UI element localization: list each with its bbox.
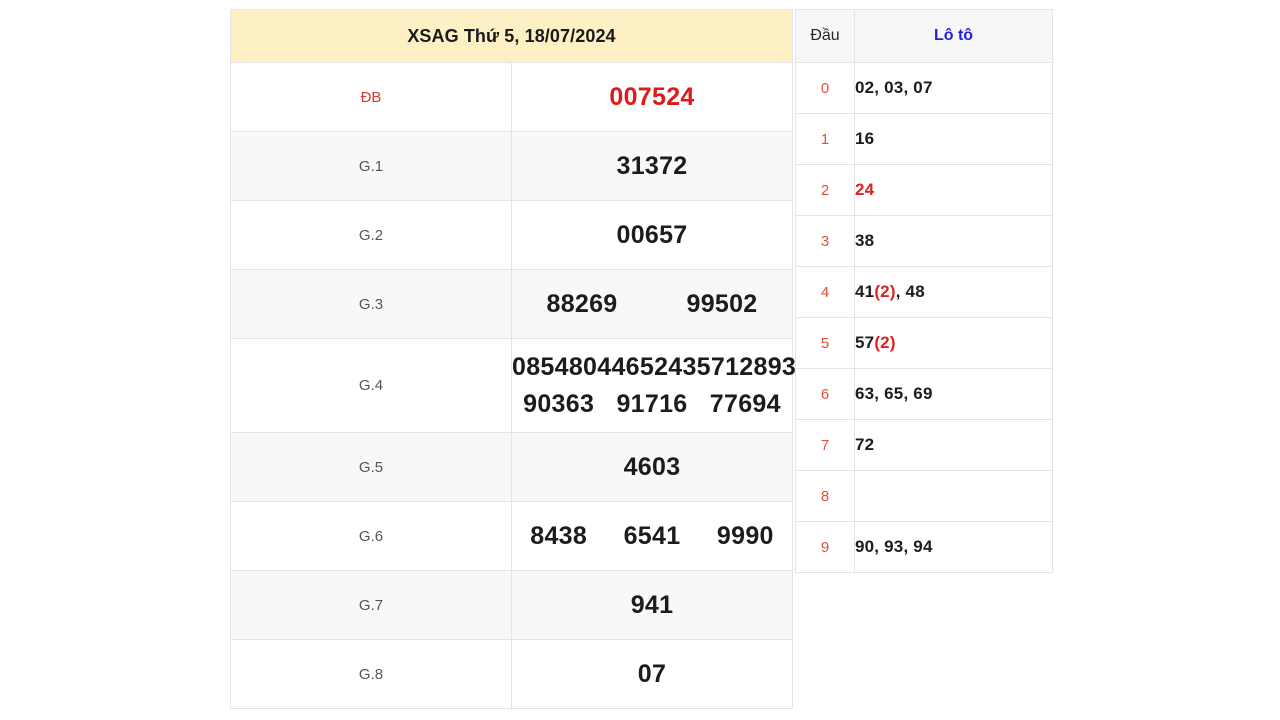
table-row-g2: G.2 00657 [230, 200, 793, 270]
lottery-result-page: XSAG Thứ 5, 18/07/2024 ĐB 007524 G.1 313… [0, 0, 1280, 720]
loto-numbers: 38 [854, 215, 1053, 267]
table-row-g6: G.6 8438 6541 9990 [230, 501, 793, 571]
prize-number: 8438 [530, 521, 588, 550]
prize-number: 08548 [512, 352, 584, 381]
loto-row: 3 38 [795, 215, 1053, 267]
table-row-g4: G.4 08548 04465 24357 12893 90363 91716 … [230, 338, 797, 433]
loto-numbers: 63, 65, 69 [854, 368, 1053, 420]
prize-values-db: 007524 [511, 62, 793, 132]
loto-numbers: 90, 93, 94 [854, 521, 1053, 573]
loto-dau-value: 4 [795, 266, 855, 318]
loto-numbers [854, 470, 1053, 522]
table-row-db: ĐB 007524 [230, 62, 793, 132]
loto-row: 4 41(2), 48 [795, 266, 1053, 318]
prize-values-g2: 00657 [511, 200, 793, 270]
prize-number: 941 [630, 590, 674, 619]
loto-header-loto: Lô tô [854, 9, 1053, 63]
loto-row: 6 63, 65, 69 [795, 368, 1053, 420]
loto-numbers: 41(2), 48 [854, 266, 1053, 318]
table-row-g8: G.8 07 [230, 639, 793, 709]
prize-number: 6541 [623, 521, 681, 550]
table-row-g3: G.3 88269 99502 [230, 269, 793, 339]
loto-number-highlight: 24 [855, 180, 875, 199]
loto-header-dau: Đầu [795, 9, 855, 63]
prize-label-g7: G.7 [230, 570, 512, 640]
loto-numbers: 72 [854, 419, 1053, 471]
prize-values-g3: 88269 99502 [511, 269, 793, 339]
prize-number: 77694 [709, 389, 781, 418]
page-title: XSAG Thứ 5, 18/07/2024 [230, 9, 793, 63]
loto-dau-value: 5 [795, 317, 855, 369]
loto-header-row: Đầu Lô tô [795, 9, 1053, 63]
prize-label-g4: G.4 [230, 338, 512, 433]
prize-values-g1: 31372 [511, 131, 793, 201]
loto-row: 0 02, 03, 07 [795, 62, 1053, 114]
loto-table: Đầu Lô tô 0 02, 03, 07 1 16 2 24 3 38 4 41(2), 48… [795, 9, 1053, 573]
prize-number: 99502 [686, 289, 758, 318]
loto-numbers: 16 [854, 113, 1053, 165]
prize-number: 00657 [616, 220, 688, 249]
prize-number: 31372 [616, 151, 688, 180]
loto-row: 7 72 [795, 419, 1053, 471]
loto-dau-value: 7 [795, 419, 855, 471]
loto-row: 2 24 [795, 164, 1053, 216]
loto-dau-value: 3 [795, 215, 855, 267]
table-row-g1: G.1 31372 [230, 131, 793, 201]
loto-dau-value: 6 [795, 368, 855, 420]
prize-label-g1: G.1 [230, 131, 512, 201]
loto-row: 1 16 [795, 113, 1053, 165]
loto-row: 5 57(2) [795, 317, 1053, 369]
table-row-g5: G.5 4603 [230, 432, 793, 502]
loto-dau-value: 8 [795, 470, 855, 522]
table-header-row: XSAG Thứ 5, 18/07/2024 [230, 9, 793, 63]
prize-label-g8: G.8 [230, 639, 512, 709]
prize-number: 07 [637, 659, 667, 688]
prize-number: 12893 [725, 352, 797, 381]
loto-body: 0 02, 03, 07 1 16 2 24 3 38 4 41(2), 48 5 57(2) 6 63,… [795, 62, 1053, 573]
prize-number: 24357 [654, 352, 726, 381]
loto-repeat-count: (2) [874, 333, 896, 352]
result-table: XSAG Thứ 5, 18/07/2024 ĐB 007524 G.1 313… [230, 9, 797, 709]
prize-number: 90363 [523, 389, 595, 418]
prize-values-g8: 07 [511, 639, 793, 709]
prize-number: 91716 [616, 389, 688, 418]
prize-label-g2: G.2 [230, 200, 512, 270]
loto-row: 9 90, 93, 94 [795, 521, 1053, 573]
loto-numbers: 24 [854, 164, 1053, 216]
prize-values-g4: 08548 04465 24357 12893 90363 91716 7769… [511, 338, 797, 433]
prize-number: 88269 [546, 289, 618, 318]
loto-row: 8 [795, 470, 1053, 522]
prize-values-g5: 4603 [511, 432, 793, 502]
prize-label-db: ĐB [230, 62, 512, 132]
prize-number: 04465 [583, 352, 655, 381]
loto-numbers: 57(2) [854, 317, 1053, 369]
prize-number: 9990 [716, 521, 774, 550]
loto-dau-value: 2 [795, 164, 855, 216]
table-row-g7: G.7 941 [230, 570, 793, 640]
prize-number: 4603 [623, 452, 681, 481]
loto-dau-value: 0 [795, 62, 855, 114]
prize-label-g3: G.3 [230, 269, 512, 339]
prize-label-g5: G.5 [230, 432, 512, 502]
prize-values-g7: 941 [511, 570, 793, 640]
loto-numbers: 02, 03, 07 [854, 62, 1053, 114]
loto-repeat-count: (2) [874, 282, 896, 301]
prize-label-g6: G.6 [230, 501, 512, 571]
loto-dau-value: 1 [795, 113, 855, 165]
loto-dau-value: 9 [795, 521, 855, 573]
prize-values-g6: 8438 6541 9990 [511, 501, 793, 571]
prize-number: 007524 [609, 82, 695, 111]
